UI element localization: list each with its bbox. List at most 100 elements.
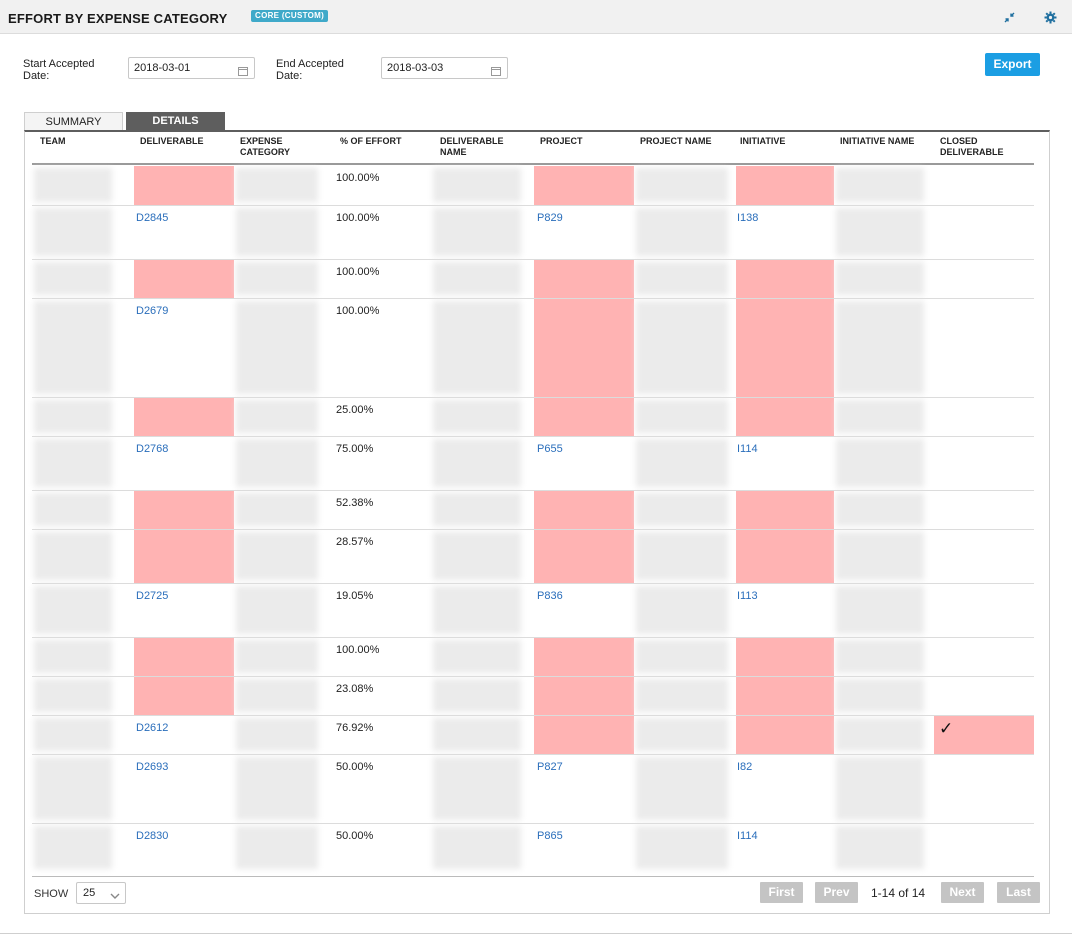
- deliverable-link[interactable]: D2845: [136, 212, 168, 224]
- redacted-cell: [34, 262, 112, 295]
- initiative-link[interactable]: I114: [737, 443, 758, 455]
- redacted-cell: [433, 532, 521, 580]
- project-link[interactable]: P829: [537, 212, 563, 224]
- row-divider: [32, 298, 1034, 299]
- percent-effort: 25.00%: [336, 404, 374, 416]
- redacted-cell: [433, 262, 521, 295]
- calendar-icon[interactable]: [238, 63, 248, 76]
- redacted-cell: [433, 640, 521, 673]
- last-page-button[interactable]: Last: [997, 882, 1040, 903]
- row-divider: [32, 490, 1034, 491]
- redacted-cell: [34, 168, 112, 202]
- initiative-link[interactable]: I113: [737, 590, 758, 602]
- redacted-cell: [34, 493, 112, 526]
- page-title: EFFORT BY EXPENSE CATEGORY: [8, 11, 228, 26]
- redacted-cell: [836, 826, 924, 869]
- row-divider: [32, 676, 1034, 677]
- redacted-cell: [34, 439, 112, 487]
- page-size-select[interactable]: 25: [76, 882, 126, 904]
- column-header-closed-deliverable: CLOSED DELIVERABLE: [940, 136, 1004, 157]
- row-divider: [32, 205, 1034, 206]
- percent-effort: 100.00%: [336, 172, 380, 184]
- column-header-project-name: PROJECT NAME: [640, 136, 712, 146]
- prev-page-button[interactable]: Prev: [815, 882, 858, 903]
- export-button[interactable]: Export: [985, 53, 1040, 76]
- redacted-cell: [433, 718, 521, 751]
- redacted-cell: [636, 532, 728, 580]
- redacted-cell: [236, 532, 318, 580]
- deliverable-link[interactable]: D2725: [136, 590, 168, 602]
- deliverable-link[interactable]: D2679: [136, 305, 168, 317]
- percent-effort: 100.00%: [336, 305, 380, 317]
- percent-effort: 23.08%: [336, 683, 374, 695]
- end-date-value: 2018-03-03: [387, 62, 444, 74]
- redacted-cell: [836, 262, 924, 295]
- row-divider: [32, 397, 1034, 398]
- redacted-cell: [433, 301, 521, 394]
- start-date-input[interactable]: 2018-03-01: [128, 57, 255, 79]
- redacted-cell: [34, 679, 112, 712]
- highlight-cell: [134, 491, 234, 583]
- percent-effort: 28.57%: [336, 536, 374, 548]
- deliverable-link[interactable]: D2693: [136, 761, 168, 773]
- initiative-link[interactable]: I82: [737, 761, 752, 773]
- row-divider: [32, 583, 1034, 584]
- redacted-cell: [636, 168, 728, 202]
- initiative-link[interactable]: I114: [737, 830, 758, 842]
- show-label: SHOW: [34, 888, 69, 900]
- redacted-cell: [836, 586, 924, 634]
- column-header-project: PROJECT: [540, 136, 583, 146]
- redacted-cell: [636, 718, 728, 751]
- percent-effort: 19.05%: [336, 590, 374, 602]
- highlight-cell: [736, 260, 834, 436]
- redacted-cell: [636, 493, 728, 526]
- percent-effort: 100.00%: [336, 266, 380, 278]
- deliverable-link[interactable]: D2830: [136, 830, 168, 842]
- percent-effort: 50.00%: [336, 761, 374, 773]
- redacted-cell: [236, 208, 318, 256]
- project-link[interactable]: P655: [537, 443, 563, 455]
- deliverable-link[interactable]: D2612: [136, 722, 168, 734]
- redacted-cell: [236, 679, 318, 712]
- project-link[interactable]: P836: [537, 590, 563, 602]
- redacted-cell: [836, 439, 924, 487]
- percent-effort: 100.00%: [336, 212, 380, 224]
- percent-effort: 50.00%: [336, 830, 374, 842]
- percent-effort: 76.92%: [336, 722, 374, 734]
- initiative-link[interactable]: I138: [737, 212, 758, 224]
- redacted-cell: [433, 757, 521, 820]
- redacted-cell: [236, 400, 318, 433]
- redacted-cell: [433, 439, 521, 487]
- redacted-cell: [236, 718, 318, 751]
- percent-effort: 75.00%: [336, 443, 374, 455]
- calendar-icon[interactable]: [491, 63, 501, 76]
- highlight-cell: [534, 491, 634, 583]
- first-page-button[interactable]: First: [760, 882, 803, 903]
- gear-icon[interactable]: [1044, 11, 1057, 24]
- end-date-label: End Accepted Date:: [276, 58, 344, 82]
- next-page-button[interactable]: Next: [941, 882, 984, 903]
- project-link[interactable]: P827: [537, 761, 563, 773]
- column-header-initiative: INITIATIVE: [740, 136, 786, 146]
- collapse-icon[interactable]: [1003, 11, 1016, 24]
- column-header-team: TEAM: [40, 136, 66, 146]
- redacted-cell: [636, 262, 728, 295]
- project-link[interactable]: P865: [537, 830, 563, 842]
- redacted-cell: [34, 400, 112, 433]
- column-header-percent-effort: % OF EFFORT: [340, 136, 402, 146]
- highlight-cell: [134, 260, 234, 298]
- panel-header: EFFORT BY EXPENSE CATEGORY CORE (CUSTOM): [0, 0, 1072, 34]
- redacted-cell: [636, 301, 728, 394]
- redacted-cell: [836, 493, 924, 526]
- checkmark-icon: ✓: [939, 719, 954, 738]
- redacted-cell: [34, 718, 112, 751]
- redacted-cell: [636, 208, 728, 256]
- deliverable-link[interactable]: D2768: [136, 443, 168, 455]
- end-date-input[interactable]: 2018-03-03: [381, 57, 508, 79]
- tab-details[interactable]: DETAILS: [126, 112, 225, 131]
- tab-summary[interactable]: SUMMARY: [24, 112, 123, 131]
- redacted-cell: [836, 301, 924, 394]
- row-divider: [32, 637, 1034, 638]
- redacted-cell: [236, 493, 318, 526]
- redacted-cell: [433, 208, 521, 256]
